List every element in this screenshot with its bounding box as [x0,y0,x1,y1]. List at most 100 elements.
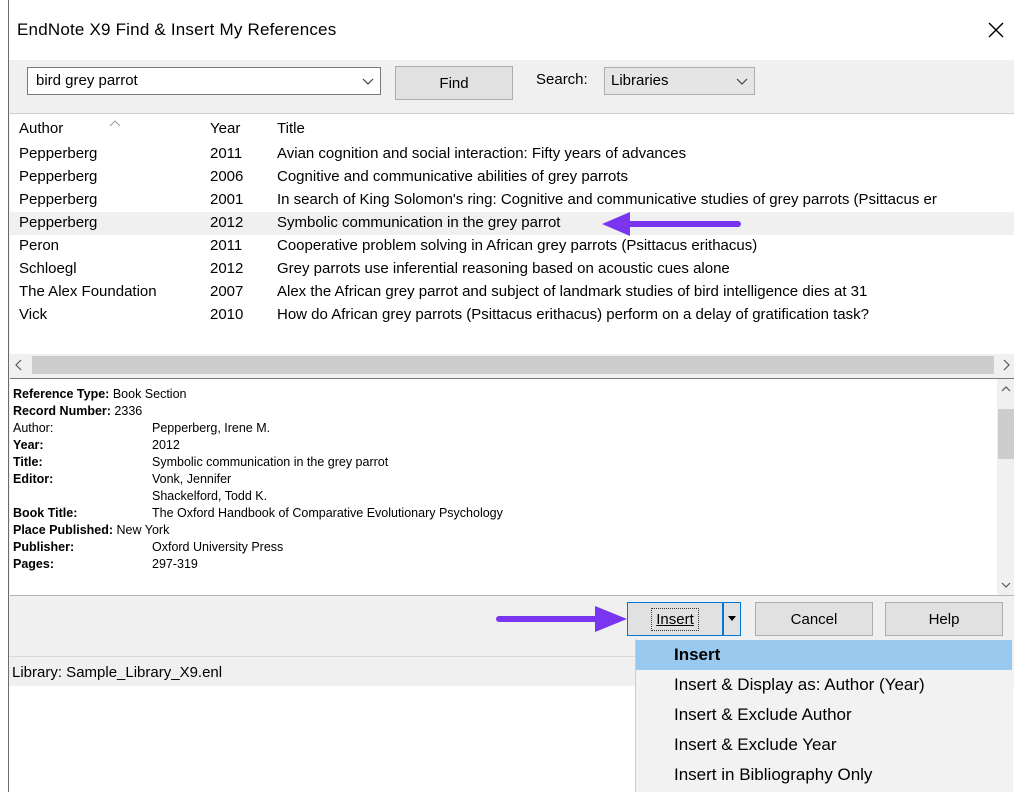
detail-value-editor-2: Shackelford, Todd K. [152,489,268,503]
detail-label-editor: Editor: [13,472,54,486]
menu-item-insert-bibliography-only[interactable]: Insert in Bibliography Only [636,760,1012,790]
menu-item-label: Insert & Exclude Year [674,735,837,754]
search-scope-label: Search: [536,71,588,88]
cell-year: 2011 [210,145,243,162]
cell-title: Symbolic communication in the grey parro… [277,214,561,231]
cell-year: 2012 [210,260,244,277]
reference-list[interactable]: Author Year Title Pepperberg 2011 Avian … [10,113,1014,376]
detail-value: Book Section [112,387,187,401]
table-row[interactable]: Peron 2011 Cooperative problem solving i… [10,235,1014,258]
table-row[interactable]: The Alex Foundation 2007 Alex the Africa… [10,281,1014,304]
search-query: bird grey parrot [36,72,138,89]
detail-value: New York [116,523,170,537]
cell-author: The Alex Foundation [19,283,157,300]
menu-item-insert-exclude-year[interactable]: Insert & Exclude Year [636,730,1012,760]
insert-button-label: Insert [651,607,699,631]
cell-author: Pepperberg [19,191,98,208]
cell-title: Alex the African grey parrot and subject… [277,283,868,300]
cell-year: 2007 [210,283,244,300]
menu-item-label: Insert & Exclude Author [674,705,852,724]
table-row[interactable]: Vick 2010 How do African grey parrots (P… [10,304,1014,327]
annotation-arrow-icon [602,212,741,236]
cell-author: Vick [19,306,48,323]
cell-title: Avian cognition and social interaction: … [277,145,687,162]
cell-author: Pepperberg [19,145,98,162]
insert-button[interactable]: Insert [627,602,723,636]
chevron-down-icon[interactable] [362,72,374,90]
search-scope-select[interactable]: Libraries [604,67,755,95]
search-input[interactable]: bird grey parrot [27,67,381,95]
menu-item-label: Insert in Bibliography Only [674,765,873,784]
annotation-arrow-icon [496,606,627,632]
cell-year: 2001 [210,191,244,208]
cell-title: In search of King Solomon's ring: Cognit… [277,191,937,208]
column-header-author-label: Author [19,120,64,137]
chevron-up-icon[interactable] [1000,383,1012,395]
detail-label-pages: Pages: [13,557,54,571]
detail-value-editor-1: Vonk, Jennifer [152,472,232,486]
scrollbar-thumb[interactable] [998,409,1014,459]
cell-author: Schloegl [19,260,77,277]
menu-item-insert-display-author-year[interactable]: Insert & Display as: Author (Year) [636,670,1012,700]
cell-year: 2012 [210,214,244,231]
detail-reference-type: Reference Type: Book Section [13,387,187,401]
table-row[interactable]: Pepperberg 2006 Cognitive and communicat… [10,166,1014,189]
chevron-down-icon [736,78,748,85]
cell-title: Cognitive and communicative abilities of… [277,168,628,185]
chevron-down-icon[interactable] [1000,579,1012,591]
detail-value-pages: 297-319 [152,557,198,571]
table-row[interactable]: Schloegl 2012 Grey parrots use inferenti… [10,258,1014,281]
detail-value-year: 2012 [152,438,180,452]
chevron-right-icon[interactable] [1001,355,1011,375]
detail-value-title: Symbolic communication in the grey parro… [152,455,389,469]
detail-record-number: Record Number: 2336 [13,404,142,418]
detail-label-publisher: Publisher: [13,540,75,554]
detail-label-title: Title: [13,455,43,469]
table-row[interactable]: Pepperberg 2001 In search of King Solomo… [10,189,1014,212]
endnote-dialog: EndNote X9 Find & Insert My References b… [8,0,1014,792]
close-button[interactable] [978,10,1014,50]
cell-author: Peron [19,237,60,254]
detail-label-book-title: Book Title: [13,506,78,520]
detail-label: Record Number: [13,404,111,418]
insert-dropdown-button[interactable] [723,602,741,636]
insert-options-menu: Insert Insert & Display as: Author (Year… [635,639,1013,792]
menu-item-label: Insert [674,645,721,664]
detail-label: Reference Type: [13,387,110,401]
column-header-author[interactable]: Author [19,120,121,137]
cell-title: How do African grey parrots (Psittacus e… [277,306,869,323]
search-scope-value: Libraries [611,72,669,89]
horizontal-scrollbar[interactable] [10,354,1014,376]
detail-label: Place Published: [13,523,114,537]
menu-item-insert-exclude-author[interactable]: Insert & Exclude Author [636,700,1012,730]
column-header-year[interactable]: Year [210,120,240,137]
detail-value-author: Pepperberg, Irene M. [152,421,271,435]
cancel-button[interactable]: Cancel [755,602,873,636]
cell-title: Grey parrots use inferential reasoning b… [277,260,730,277]
find-button[interactable]: Find [395,66,513,100]
title-bar: EndNote X9 Find & Insert My References [9,0,1014,60]
cell-year: 2006 [210,168,244,185]
cell-author: Pepperberg [19,214,98,231]
menu-item-label: Insert & Display as: Author (Year) [674,675,925,694]
detail-label-author: Author: [13,421,54,435]
sort-ascending-icon [109,120,121,127]
vertical-scrollbar[interactable] [997,379,1014,595]
scrollbar-thumb[interactable] [32,356,994,374]
table-row-selected[interactable]: Pepperberg 2012 Symbolic communication i… [10,212,1014,235]
library-status: Library: Sample_Library_X9.enl [12,664,223,681]
cell-year: 2010 [210,306,244,323]
cell-year: 2011 [210,237,243,254]
detail-value-book-title: The Oxford Handbook of Comparative Evolu… [152,506,503,520]
column-header-title[interactable]: Title [277,120,305,137]
detail-place-published: Place Published: New York [13,523,169,537]
chevron-left-icon[interactable] [14,355,24,375]
detail-label-year: Year: [13,438,44,452]
window-title: EndNote X9 Find & Insert My References [17,20,337,39]
cell-author: Pepperberg [19,168,98,185]
help-button[interactable]: Help [885,602,1003,636]
table-row[interactable]: Pepperberg 2011 Avian cognition and soci… [10,143,1014,166]
detail-value: 2336 [114,404,143,418]
close-icon [988,22,1004,38]
menu-item-insert[interactable]: Insert [636,640,1012,670]
